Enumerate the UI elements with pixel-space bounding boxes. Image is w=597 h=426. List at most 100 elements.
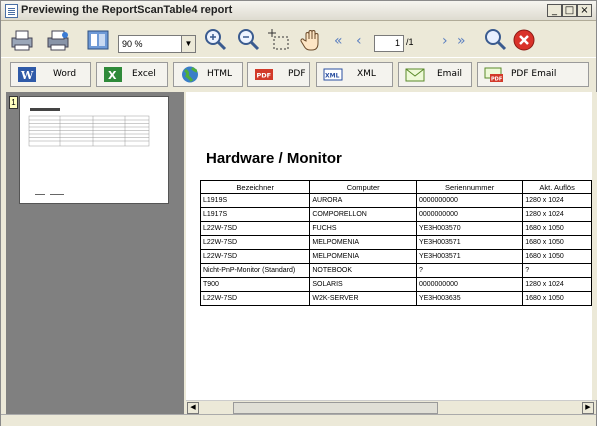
table-cell: T900 — [199, 277, 311, 292]
export-xml-label: XML — [357, 69, 376, 79]
report-viewport[interactable]: Hardware / Monitor Bezeichner Computer S… — [186, 92, 592, 400]
column-header: Seriennummer — [415, 180, 524, 194]
scroll-right-icon[interactable]: ▶ — [582, 402, 594, 414]
chevron-down-icon[interactable]: ▼ — [181, 36, 195, 52]
zoom-select[interactable]: 90 % ▼ — [118, 35, 196, 53]
table-cell: MELPOMENIA — [309, 249, 417, 264]
svg-text:‹: ‹ — [356, 33, 362, 49]
hand-pan-icon[interactable] — [299, 27, 325, 53]
export-excel-button[interactable]: X Excel — [96, 62, 168, 87]
document-icon — [5, 4, 18, 18]
page-total: /1 — [406, 37, 414, 47]
page-number-input[interactable]: 1 — [374, 35, 404, 52]
zoom-out-icon[interactable] — [235, 27, 261, 53]
table-cell: YE3H003570 — [415, 221, 524, 236]
email-icon — [405, 68, 425, 82]
table-row: L1917S COMPORELLON 0000000000 1280 x 1024 — [199, 207, 592, 222]
page-thumbnail[interactable] — [19, 96, 169, 204]
export-pdf-label: PDF — [288, 69, 306, 79]
export-word-label: Word — [53, 69, 77, 79]
pdf-email-icon: PDF — [484, 67, 503, 83]
table-cell: YE3H003571 — [415, 249, 524, 264]
table-cell: AURORA — [309, 193, 417, 208]
svg-text:PDF: PDF — [257, 72, 272, 80]
find-icon[interactable] — [482, 27, 508, 53]
svg-text:XML: XML — [325, 73, 340, 80]
table-cell: ? — [415, 263, 524, 278]
table-row: L22W-7SD MELPOMENIA YE3H003571 1680 x 1050 — [199, 249, 592, 264]
table-cell: 0000000000 — [415, 207, 524, 222]
table-row: L22W-7SD MELPOMENIA YE3H003571 1680 x 1050 — [199, 235, 592, 250]
svg-text:«: « — [334, 33, 343, 49]
table-cell: 1680 x 1050 — [522, 221, 592, 236]
thumbnail-view-icon[interactable] — [85, 27, 111, 53]
preview-window: Previewing the ReportScanTable4 report _… — [0, 0, 597, 426]
vertical-scrollbar[interactable] — [592, 92, 597, 400]
table-row: T900 SOLARIS 0000000000 1280 x 1024 — [199, 277, 592, 292]
xml-icon: XML — [323, 68, 343, 81]
export-pdf-button[interactable]: PDF PDF — [247, 62, 310, 87]
window-title: Previewing the ReportScanTable4 report — [21, 4, 233, 16]
column-header: Akt. Auflös — [522, 180, 592, 194]
minimize-button[interactable]: _ — [547, 4, 562, 17]
table-cell: YE3H003571 — [415, 235, 524, 250]
svg-text:W: W — [20, 69, 34, 82]
maximize-button[interactable]: □ — [562, 4, 577, 17]
svg-text:›: › — [442, 33, 448, 49]
column-header: Computer — [309, 180, 417, 194]
table-cell: 1280 x 1024 — [522, 193, 592, 208]
thumbnail-preview — [28, 108, 150, 195]
table-cell: 1680 x 1050 — [522, 291, 592, 306]
horizontal-scrollbar[interactable]: ◀ ▶ — [186, 400, 596, 414]
zoom-in-icon[interactable] — [202, 27, 228, 53]
print-setup-icon[interactable] — [45, 27, 71, 53]
previous-page-icon[interactable]: ‹ — [350, 27, 376, 53]
table-row: Nicht-PnP-Monitor (Standard) NOTEBOOK?? — [199, 263, 592, 278]
title-bar[interactable]: Previewing the ReportScanTable4 report _… — [1, 1, 596, 21]
table-cell: 1280 x 1024 — [522, 207, 592, 222]
svg-text:»: » — [457, 33, 466, 49]
table-cell: 1680 x 1050 — [522, 249, 592, 264]
table-row: L22W-7SD FUCHS YE3H003570 1680 x 1050 — [199, 221, 592, 236]
table-row: L22W-7SD W2K-SERVER YE3H003635 1680 x 1050 — [199, 291, 592, 306]
export-email-button[interactable]: Email — [398, 62, 472, 87]
export-html-label: HTML — [207, 69, 233, 79]
table-row: L1919S AURORA 0000000000 1280 x 1024 — [199, 193, 592, 208]
export-html-button[interactable]: HTML — [173, 62, 243, 87]
svg-text:PDF: PDF — [491, 77, 502, 83]
table-cell: YE3H003635 — [415, 291, 524, 306]
globe-icon — [182, 66, 198, 83]
select-area-icon[interactable] — [266, 27, 292, 53]
table-cell: Nicht-PnP-Monitor (Standard) — [199, 263, 311, 278]
word-icon: W — [18, 67, 36, 82]
close-preview-icon[interactable] — [511, 27, 537, 53]
table-cell: W2K-SERVER — [309, 291, 417, 306]
table-header-row: Bezeichner Computer Seriennummer Akt. Au… — [199, 180, 592, 194]
svg-text:X: X — [108, 69, 117, 82]
table-cell: SOLARIS — [309, 277, 417, 292]
table-cell: L22W-7SD — [199, 221, 311, 236]
export-email-label: Email — [437, 69, 462, 79]
close-button[interactable]: × — [577, 4, 592, 17]
report-title: Hardware / Monitor — [206, 150, 342, 167]
zoom-value: 90 % — [122, 39, 143, 49]
export-pdf-email-label: PDF Email — [511, 69, 557, 79]
thumbnail-page-number: 1 — [9, 96, 18, 109]
scrollbar-thumb[interactable] — [233, 402, 438, 414]
table-cell: COMPORELLON — [309, 207, 417, 222]
export-word-button[interactable]: W Word — [10, 62, 91, 87]
status-bar — [1, 414, 596, 426]
export-xml-button[interactable]: XML XML — [316, 62, 393, 87]
pdf-icon: PDF — [255, 69, 273, 80]
scroll-left-icon[interactable]: ◀ — [187, 402, 199, 414]
table-cell: L22W-7SD — [199, 291, 311, 306]
table-cell: MELPOMENIA — [309, 235, 417, 250]
last-page-icon[interactable]: » — [452, 27, 478, 53]
thumbnail-pane: 1 — [6, 92, 184, 414]
export-pdf-email-button[interactable]: PDF PDF Email — [477, 62, 589, 87]
report-table: Bezeichner Computer Seriennummer Akt. Au… — [199, 180, 592, 306]
table-cell: L1917S — [199, 207, 311, 222]
print-icon[interactable] — [9, 27, 35, 53]
excel-icon: X — [104, 67, 122, 82]
table-cell: L22W-7SD — [199, 249, 311, 264]
